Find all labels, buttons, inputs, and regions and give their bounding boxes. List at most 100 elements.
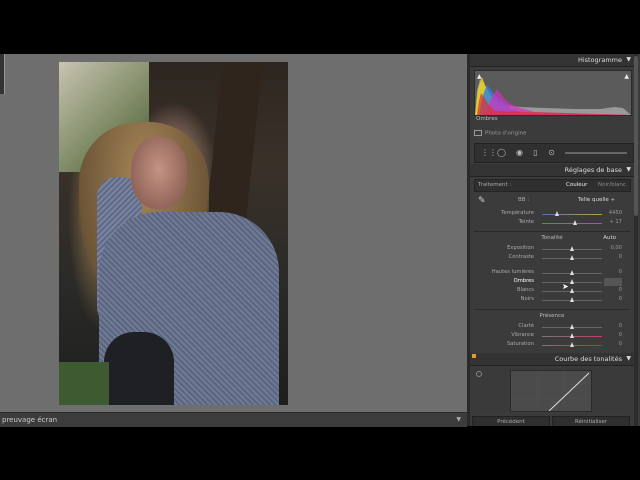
slider-label: Clarté xyxy=(518,323,534,329)
collapse-triangle-icon[interactable]: ▼ xyxy=(626,166,631,173)
tint-slider[interactable]: Teinte + 17 xyxy=(470,219,634,228)
slider-label: Ombres xyxy=(513,278,534,284)
collapse-triangle-icon[interactable]: ▼ xyxy=(626,355,631,362)
histogram-svg xyxy=(475,77,631,115)
tone-curve-header[interactable]: Courbe des tonalités ▼ xyxy=(470,353,634,366)
blacks-slider[interactable]: Noirs 0 xyxy=(470,296,634,305)
grid-overlay-icon[interactable]: ⋮⋮ xyxy=(481,148,497,157)
previous-button[interactable]: Précédent xyxy=(472,416,550,426)
slider-label: Exposition xyxy=(507,245,534,251)
slider-value: 4450 xyxy=(608,210,622,216)
slider-value: 0,00 xyxy=(610,245,622,251)
slider-value: 0 xyxy=(618,269,622,275)
wb-preset-select[interactable]: Telle quelle ÷ xyxy=(578,197,615,203)
slider-knob[interactable] xyxy=(554,211,559,216)
slider-value-field[interactable] xyxy=(604,278,622,286)
right-panel: Histogramme ▼ ▲ ▲ Ombres Photo d'origine… xyxy=(470,54,640,426)
reset-button[interactable]: Réinitialiser xyxy=(552,416,630,426)
slider-knob[interactable] xyxy=(569,297,574,302)
soft-proof-label[interactable]: preuvage écran xyxy=(2,416,57,424)
vibrance-slider[interactable]: Vibrance 0 xyxy=(470,332,634,341)
toolbar-menu-icon[interactable]: ▼ xyxy=(456,416,461,423)
slider-label: Saturation xyxy=(506,341,534,347)
slider-value: 0 xyxy=(618,287,622,293)
highlight-clipping-icon[interactable]: ▲ xyxy=(624,73,629,80)
temperature-slider[interactable]: Température 4450 xyxy=(470,210,634,219)
wb-label: BB : xyxy=(518,197,530,203)
slider-label: Vibrance xyxy=(511,332,534,338)
photo-knee xyxy=(104,332,174,405)
slider-knob[interactable] xyxy=(569,270,574,275)
slider-knob[interactable] xyxy=(569,246,574,251)
histogram-title: Histogramme xyxy=(577,56,622,64)
slider-knob[interactable] xyxy=(569,279,574,284)
main-photo xyxy=(59,62,288,405)
slider-label: Hautes lumières xyxy=(491,269,534,275)
photo-face xyxy=(131,137,187,209)
treatment-label: Traitement : xyxy=(478,182,512,188)
basic-header[interactable]: Réglages de base ▼ xyxy=(470,164,634,177)
slider-label: Noirs xyxy=(520,296,534,302)
treatment-bw-button[interactable]: Noir/blanc xyxy=(598,182,626,188)
tone-curve-panel xyxy=(474,368,630,412)
slider-value: 0 xyxy=(618,296,622,302)
target-adjust-icon[interactable] xyxy=(476,371,482,377)
photo-grass xyxy=(59,362,109,405)
separator xyxy=(474,231,630,232)
shadows-slider[interactable]: Ombres xyxy=(470,278,634,287)
slider-value: 0 xyxy=(618,332,622,338)
slider-knob[interactable] xyxy=(569,288,574,293)
original-photo-icon xyxy=(474,130,482,136)
slider-value: 0 xyxy=(618,254,622,260)
histogram-graph[interactable]: ▲ ▲ xyxy=(474,70,632,116)
panel-indicator-icon xyxy=(472,354,476,358)
slider-track[interactable] xyxy=(542,214,602,215)
auto-tone-button[interactable]: Auto xyxy=(603,235,616,241)
slider-knob[interactable] xyxy=(569,333,574,338)
slider-knob[interactable] xyxy=(569,342,574,347)
tone-curve-graph[interactable] xyxy=(510,370,592,412)
basic-panel: Traitement : Couleur Noir/blanc ✎ BB : T… xyxy=(470,177,634,352)
slider-label: Température xyxy=(501,210,534,216)
clarity-slider[interactable]: Clarté 0 xyxy=(470,323,634,332)
eyedropper-icon[interactable]: ✎ xyxy=(478,196,486,206)
original-photo-toggle[interactable]: Photo d'origine xyxy=(474,130,526,137)
tone-curve-title: Courbe des tonalités xyxy=(554,355,622,363)
shadow-clipping-icon[interactable]: ▲ xyxy=(477,73,482,80)
histogram-header[interactable]: Histogramme ▼ xyxy=(470,54,634,67)
left-panel-toggle[interactable] xyxy=(0,54,5,94)
contrast-slider[interactable]: Contraste 0 xyxy=(470,254,634,263)
mouse-cursor-icon: ➤ xyxy=(562,282,569,291)
highlights-slider[interactable]: Hautes lumières 0 xyxy=(470,269,634,278)
panel-buttons: Précédent Réinitialiser xyxy=(470,416,634,426)
separator xyxy=(474,309,630,310)
graduated-filter-icon[interactable]: ⊙ xyxy=(547,148,556,157)
whites-slider[interactable]: Blancs 0 xyxy=(470,287,634,296)
photo-workspace xyxy=(0,54,467,412)
panel-scrollbar[interactable] xyxy=(634,54,638,426)
tool-slider[interactable] xyxy=(565,152,627,154)
slider-value: 0 xyxy=(618,323,622,329)
exposure-slider[interactable]: Exposition 0,00 xyxy=(470,245,634,254)
tool-strip: ⋮⋮ ◯ ◉ ▯ ⊙ xyxy=(474,143,634,163)
original-photo-label: Photo d'origine xyxy=(485,130,527,137)
scrollbar-thumb[interactable] xyxy=(634,56,638,216)
saturation-slider[interactable]: Saturation 0 xyxy=(470,341,634,350)
slider-value: + 17 xyxy=(609,219,622,225)
slider-knob[interactable] xyxy=(572,220,577,225)
redeye-icon[interactable]: ▯ xyxy=(531,148,540,157)
lightroom-window: preuvage écran ▼ Histogramme ▼ ▲ ▲ Ombre… xyxy=(0,54,640,427)
treatment-color-button[interactable]: Couleur xyxy=(566,182,587,188)
toolbar-bottom: preuvage écran ▼ xyxy=(0,412,467,427)
slider-knob[interactable] xyxy=(569,324,574,329)
collapse-triangle-icon[interactable]: ▼ xyxy=(626,56,631,63)
tone-curve-svg xyxy=(511,371,591,412)
slider-label: Teinte xyxy=(518,219,534,225)
slider-label: Contraste xyxy=(508,254,534,260)
slider-knob[interactable] xyxy=(569,255,574,260)
spot-removal-icon[interactable]: ◉ xyxy=(515,148,524,157)
crop-tool-icon[interactable]: ◯ xyxy=(497,148,506,157)
basic-title: Réglages de base xyxy=(564,166,622,174)
presence-title: Présence xyxy=(539,313,565,319)
treatment-row: Traitement : Couleur Noir/blanc xyxy=(474,179,631,192)
